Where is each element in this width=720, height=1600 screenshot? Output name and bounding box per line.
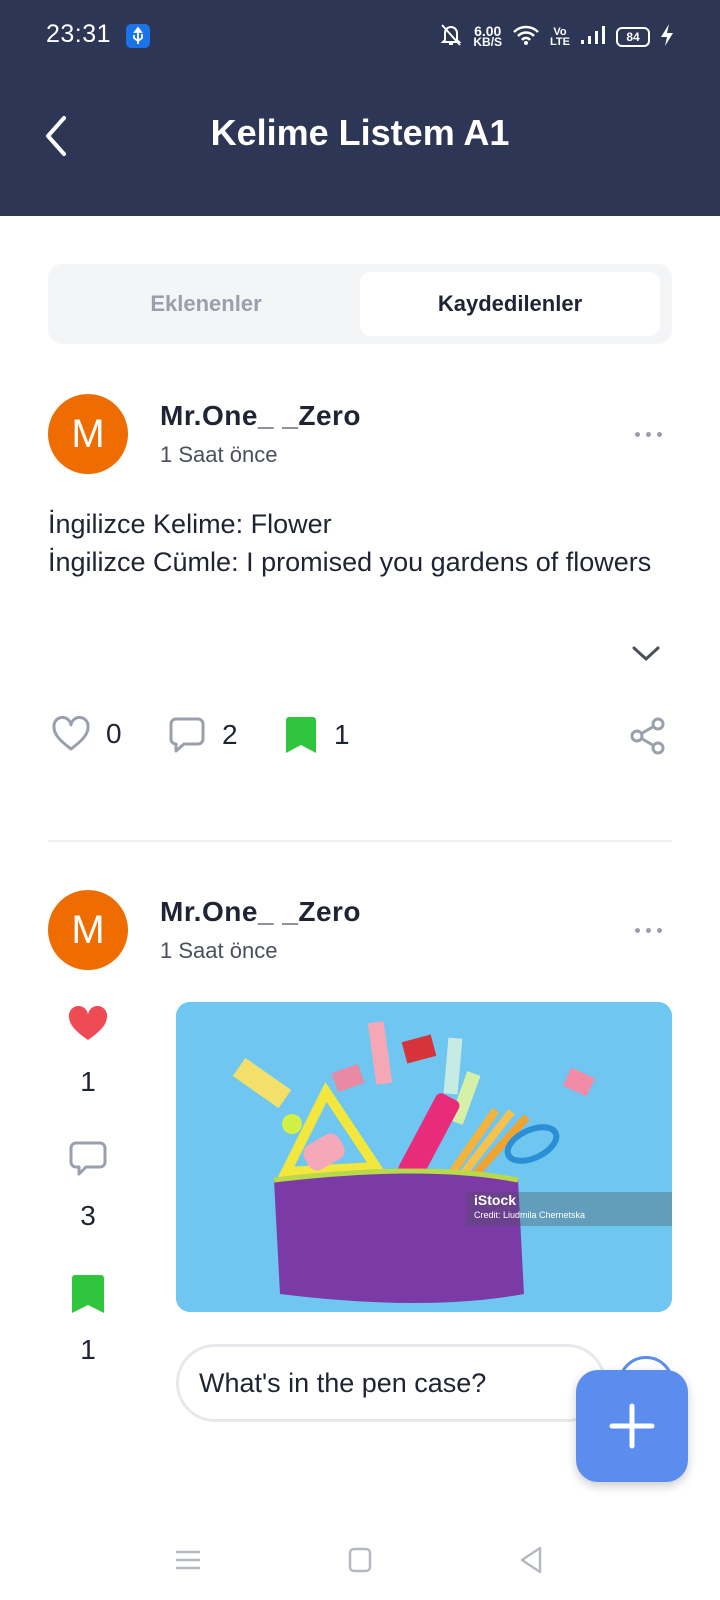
add-button[interactable]	[576, 1370, 688, 1482]
heart-icon	[68, 1005, 108, 1040]
comment-count: 2	[222, 719, 238, 750]
post-image[interactable]: iStock Credit: Liudmila Chernetska	[176, 1002, 672, 1312]
usb-icon	[126, 24, 150, 48]
nav-home-button[interactable]	[340, 1540, 380, 1580]
expand-button[interactable]	[628, 640, 664, 668]
square-home-icon	[348, 1547, 372, 1573]
like-button[interactable]	[68, 1005, 108, 1047]
nav-menu-button[interactable]	[168, 1540, 208, 1580]
pencil-case-illustration	[176, 1002, 672, 1312]
post-time: 1 Saat önce	[160, 442, 278, 467]
signal-icon	[580, 25, 606, 50]
post-text-word: İngilizce Kelime: Flower	[48, 509, 332, 539]
like-button[interactable]: 0	[52, 716, 122, 752]
comment-button[interactable]	[68, 1140, 108, 1183]
charging-bolt-icon	[660, 23, 674, 52]
chevron-down-icon	[632, 646, 660, 662]
more-dots-icon	[634, 927, 640, 933]
question-bubble[interactable]: What's in the pen case?	[176, 1344, 606, 1422]
avatar[interactable]: M	[48, 394, 128, 474]
post-username[interactable]: Mr.One_ _Zero	[160, 896, 361, 928]
save-button[interactable]: 1	[284, 716, 350, 754]
plus-icon	[609, 1403, 655, 1449]
status-time: 23:31	[46, 20, 112, 48]
bookmark-icon	[72, 1275, 104, 1313]
menu-icon	[176, 1550, 200, 1570]
post-time: 1 Saat önce	[160, 938, 278, 963]
comment-icon	[69, 1141, 107, 1176]
bookmark-icon	[286, 717, 316, 753]
page-title: Kelime Listem A1	[210, 112, 510, 153]
battery-indicator: 84	[616, 27, 650, 47]
like-count: 0	[106, 718, 122, 749]
triangle-back-icon	[520, 1546, 542, 1574]
save-count: 1	[334, 719, 350, 750]
wifi-icon	[512, 24, 540, 51]
tab-kaydedilenler[interactable]: Kaydedilenler	[360, 272, 660, 336]
status-icons: 6.00 KB/S Vo LTE 84	[439, 22, 674, 52]
avatar[interactable]: M	[48, 890, 128, 970]
save-button[interactable]	[70, 1274, 106, 1319]
image-watermark: iStock	[474, 1192, 517, 1208]
like-count: 1	[80, 1066, 96, 1097]
share-icon	[630, 717, 665, 755]
more-dots-icon	[634, 431, 640, 437]
comment-button[interactable]: 2	[168, 716, 238, 754]
post-text-sentence: İngilizce Cümle: I promised you gardens …	[48, 547, 652, 577]
more-options-button[interactable]	[624, 422, 672, 446]
post-divider	[48, 840, 672, 842]
volte-bottom: LTE	[550, 36, 570, 48]
tab-eklenenler[interactable]: Eklenenler	[56, 272, 356, 336]
post-username[interactable]: Mr.One_ _Zero	[160, 400, 361, 432]
heart-icon	[52, 716, 90, 751]
share-button[interactable]	[628, 716, 668, 756]
mute-bell-icon	[439, 22, 463, 53]
volte-badge: Vo LTE	[550, 27, 570, 48]
segmented-tabs: Eklenenler Kaydedilenler	[48, 264, 672, 344]
status-bar: 23:31 6.00 KB/S Vo LTE 84	[0, 0, 720, 72]
more-options-button[interactable]	[624, 918, 672, 942]
net-speed: 6.00 KB/S	[473, 24, 503, 49]
post-body: İngilizce Kelime: Flower İngilizce Cümle…	[48, 505, 678, 581]
net-speed-unit: KB/S	[473, 35, 503, 49]
save-count: 1	[80, 1334, 96, 1365]
comment-count: 3	[80, 1200, 96, 1231]
comment-icon	[169, 717, 205, 753]
nav-back-button[interactable]	[512, 1540, 552, 1580]
image-credit: Credit: Liudmila Chernetska	[474, 1210, 586, 1220]
app-header: 23:31 6.00 KB/S Vo LTE 84 Kelime Listem …	[0, 0, 720, 216]
system-navigation-bar	[0, 1520, 720, 1600]
